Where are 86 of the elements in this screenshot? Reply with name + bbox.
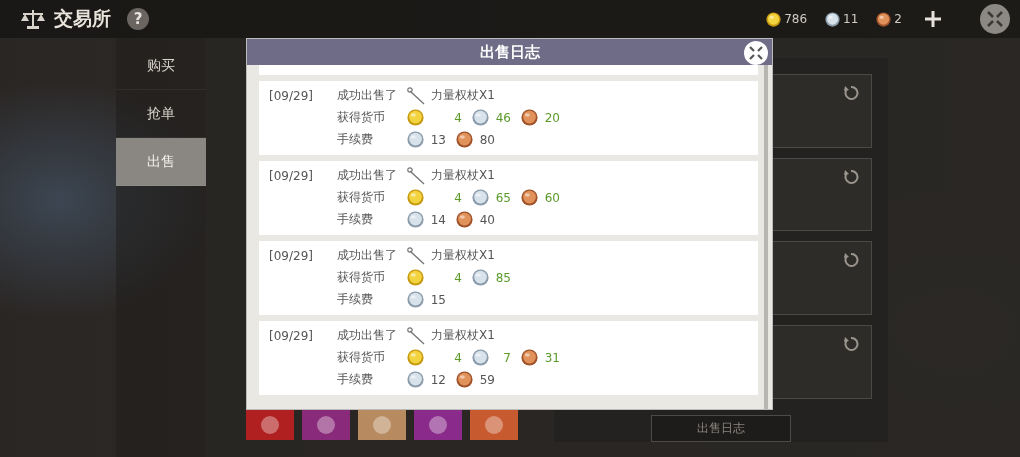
currency-amount: 786 bbox=[784, 12, 808, 26]
coin-icon bbox=[407, 189, 424, 206]
income-label: 获得货币 bbox=[337, 109, 386, 126]
staff-icon bbox=[407, 246, 427, 265]
income-label: 获得货币 bbox=[337, 189, 386, 206]
income-amount: 4 bbox=[453, 270, 462, 285]
coin-icon bbox=[407, 371, 424, 388]
entry-date: [09/29] bbox=[269, 168, 314, 185]
coin-icon bbox=[472, 189, 489, 206]
sale-text: 成功出售了 bbox=[337, 167, 398, 184]
coin-icon bbox=[456, 371, 473, 388]
fee-label: 手续费 bbox=[337, 211, 374, 228]
side-tab[interactable]: 出售 bbox=[116, 138, 206, 186]
plus-icon[interactable] bbox=[924, 10, 942, 28]
income-amount: 4 bbox=[453, 350, 462, 365]
item-thumbnail-icon[interactable] bbox=[414, 410, 462, 440]
income-amount: 65 bbox=[494, 190, 511, 205]
income-amount: 4 bbox=[453, 110, 462, 125]
coin-icon bbox=[407, 211, 424, 228]
entry-date: [09/29] bbox=[269, 88, 314, 105]
refresh-icon[interactable] bbox=[843, 85, 859, 101]
currency-amount: 2 bbox=[894, 12, 902, 26]
screen-title: 交易所 bbox=[54, 6, 111, 31]
fee-amount: 40 bbox=[478, 212, 495, 227]
item-thumbnail-icon[interactable] bbox=[302, 410, 350, 440]
scales-icon bbox=[20, 8, 46, 30]
staff-icon bbox=[407, 86, 427, 105]
coin-icon bbox=[456, 211, 473, 228]
coin-icon bbox=[407, 291, 424, 308]
coin-icon bbox=[407, 349, 424, 366]
fee-amount: 13 bbox=[429, 132, 446, 147]
staff-icon bbox=[407, 326, 427, 345]
item-name: 力量权杖X1 bbox=[431, 167, 495, 184]
dialog-title: 出售日志 bbox=[479, 42, 540, 62]
item-name: 力量权杖X1 bbox=[431, 87, 495, 104]
coin-icon bbox=[876, 11, 892, 27]
sale-text: 成功出售了 bbox=[337, 327, 398, 344]
sale-text: 成功出售了 bbox=[337, 247, 398, 264]
coin-icon bbox=[521, 109, 538, 126]
income-amount: 20 bbox=[543, 110, 560, 125]
fee-amount: 15 bbox=[429, 292, 446, 307]
income-amount: 31 bbox=[543, 350, 560, 365]
coin-icon bbox=[825, 11, 841, 27]
income-amount: 46 bbox=[494, 110, 511, 125]
item-name: 力量权杖X1 bbox=[431, 247, 495, 264]
refresh-icon[interactable] bbox=[843, 335, 859, 352]
fee-amount: 14 bbox=[429, 212, 446, 227]
income-label: 获得货币 bbox=[337, 269, 386, 286]
fee-amount: 80 bbox=[478, 132, 495, 147]
income-amount: 7 bbox=[502, 350, 511, 365]
item-name: 力量权杖X1 bbox=[431, 327, 495, 344]
coin-icon bbox=[521, 189, 538, 206]
coin-icon bbox=[472, 109, 489, 126]
fee-label: 手续费 bbox=[337, 131, 374, 148]
entry-date: [09/29] bbox=[269, 328, 314, 345]
sale-log-button[interactable]: 出售日志 bbox=[651, 414, 791, 442]
income-amount: 85 bbox=[494, 270, 511, 285]
staff-icon bbox=[407, 166, 427, 185]
currency-amount: 11 bbox=[843, 12, 859, 26]
close-button[interactable] bbox=[980, 4, 1010, 34]
fee-label: 手续费 bbox=[337, 291, 374, 308]
coin-icon bbox=[456, 131, 473, 148]
fee-label: 手续费 bbox=[337, 371, 374, 388]
fee-amount: 59 bbox=[478, 372, 495, 387]
item-thumbnail-icon[interactable] bbox=[246, 410, 294, 440]
coin-icon bbox=[407, 109, 424, 126]
fee-amount: 12 bbox=[429, 372, 446, 387]
close-button[interactable] bbox=[744, 41, 768, 65]
item-thumbnail-icon[interactable] bbox=[470, 410, 518, 440]
coin-icon bbox=[472, 349, 489, 366]
income-label: 获得货币 bbox=[337, 349, 386, 366]
entry-date: [09/29] bbox=[269, 248, 314, 265]
coin-icon bbox=[521, 349, 538, 366]
coin-icon bbox=[766, 11, 782, 27]
close-icon bbox=[749, 46, 763, 60]
help-button[interactable]: ? bbox=[127, 8, 149, 30]
sale-text: 成功出售了 bbox=[337, 87, 398, 104]
coin-icon bbox=[407, 131, 424, 148]
close-icon bbox=[986, 10, 1004, 28]
coin-icon bbox=[407, 269, 424, 286]
coin-icon bbox=[472, 269, 489, 286]
refresh-icon[interactable] bbox=[843, 168, 859, 185]
refresh-icon[interactable] bbox=[843, 252, 859, 269]
item-thumbnail-icon[interactable] bbox=[358, 410, 406, 440]
income-amount: 60 bbox=[543, 190, 560, 205]
income-amount: 4 bbox=[453, 190, 462, 205]
